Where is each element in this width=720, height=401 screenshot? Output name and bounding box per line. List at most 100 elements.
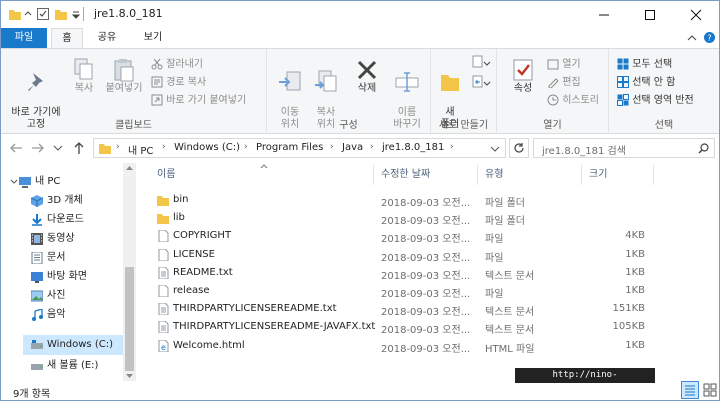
new-folder-icon — [441, 75, 459, 91]
breadcrumb-jre[interactable]: jre1.8.0_181 — [382, 142, 444, 153]
sidebar-item-downloads[interactable]: 다운로드 — [23, 210, 123, 230]
breadcrumb-separator[interactable]: › — [330, 142, 334, 152]
cut-label: 잘라내기 — [166, 59, 203, 70]
edit-button[interactable]: 편집 — [547, 73, 581, 89]
sidebar-item-desktop[interactable]: 바탕 화면 — [23, 267, 123, 287]
sidebar-item-windows-c[interactable]: Windows (C:) — [23, 335, 123, 355]
breadcrumb-separator[interactable]: › — [244, 142, 248, 152]
paste-shortcut-button[interactable]: 바로 가기 붙여넣기 — [151, 91, 246, 106]
table-row[interactable]: bin 2018-09-03 오전... 파일 폴더 — [153, 191, 673, 209]
table-row[interactable]: THIRDPARTYLICENSEREADME.txt 2018-09-03 오전… — [153, 300, 673, 318]
help-icon[interactable]: ? — [703, 31, 716, 44]
search-input[interactable]: jre1.8.0_181 검색 — [533, 138, 715, 158]
breadcrumb-separator[interactable]: › — [370, 142, 374, 152]
menu-bar: 파일 홈 공유 보기 ? — [1, 28, 719, 48]
customize-dropdown-icon[interactable] — [71, 7, 81, 21]
select-all-button[interactable]: 모두 선택 — [617, 55, 672, 70]
column-header-size[interactable]: 크기 — [589, 165, 607, 185]
address-dropdown-icon[interactable] — [490, 145, 500, 153]
invert-selection-button[interactable]: 선택 영역 반전 — [617, 91, 694, 106]
tab-file[interactable]: 파일 — [1, 28, 47, 48]
address-bar[interactable]: › 내 PC › Windows (C:) › Program Files › … — [93, 138, 506, 158]
table-row[interactable]: lib 2018-09-03 오전... 파일 폴더 — [153, 209, 673, 227]
breadcrumb-separator[interactable]: › — [162, 142, 166, 152]
file-icon — [158, 248, 169, 261]
file-type: 텍스트 문서 — [485, 325, 535, 337]
title-separator — [83, 7, 84, 21]
breadcrumb-java[interactable]: Java — [342, 142, 363, 153]
open-button[interactable]: 열기 — [547, 55, 581, 70]
close-button[interactable] — [673, 1, 719, 28]
tab-home[interactable]: 홈 — [51, 28, 83, 48]
scissors-icon — [151, 58, 163, 70]
column-divider[interactable] — [373, 165, 374, 185]
column-header-date[interactable]: 수정한 날짜 — [381, 165, 430, 185]
table-row[interactable]: README.txt 2018-09-03 오전... 텍스트 문서 1KB — [153, 264, 673, 282]
breadcrumb-program-files[interactable]: Program Files — [256, 142, 323, 153]
paste-button[interactable]: 붙여넣기 — [103, 57, 145, 95]
new-item-icon[interactable] — [471, 55, 491, 69]
back-arrow-icon[interactable] — [9, 142, 23, 154]
copy-path-button[interactable]: 경로 복사 — [151, 73, 206, 88]
delete-button[interactable]: 삭제 — [349, 57, 385, 95]
column-header-type[interactable]: 유형 — [485, 165, 503, 185]
tab-view[interactable]: 보기 — [133, 28, 173, 48]
tab-share[interactable]: 공유 — [87, 28, 127, 48]
folder-icon — [157, 196, 169, 206]
column-divider[interactable] — [653, 165, 654, 185]
details-view-button[interactable] — [681, 381, 699, 399]
file-date: 2018-09-03 오전... — [381, 343, 471, 355]
new-folder-icon[interactable] — [55, 7, 67, 21]
properties-button[interactable]: 속성 — [503, 57, 543, 95]
maximize-button[interactable] — [627, 1, 673, 28]
file-name: COPYRIGHT — [173, 230, 232, 242]
sidebar-item-documents[interactable]: 문서 — [23, 248, 123, 268]
cut-button[interactable]: 잘라내기 — [151, 55, 203, 70]
easy-access-icon[interactable] — [471, 75, 491, 89]
open-label: 열기 — [562, 59, 581, 70]
table-row[interactable]: LICENSE 2018-09-03 오전... 파일 1KB — [153, 246, 673, 264]
sidebar-item-this-pc[interactable]: 내 PC — [11, 172, 111, 192]
refresh-button[interactable] — [509, 138, 529, 158]
forward-arrow-icon[interactable] — [31, 142, 45, 154]
column-divider[interactable] — [477, 165, 478, 185]
organize-group-label: 구성 — [339, 120, 358, 131]
navigation-scrollbar[interactable] — [123, 163, 136, 381]
quick-access-chevron-icon[interactable] — [23, 7, 33, 21]
breadcrumb-separator[interactable]: › — [116, 142, 120, 152]
table-row[interactable]: release 2018-09-03 오전... 파일 1KB — [153, 282, 673, 300]
table-row[interactable]: e Welcome.html 2018-09-03 오전... HTML 파일 1KB — [153, 337, 673, 355]
file-type: 파일 — [485, 252, 504, 264]
sidebar-item-3d-objects[interactable]: 3D 개체 — [23, 191, 123, 211]
minimize-button[interactable] — [581, 1, 627, 28]
sidebar-item-music[interactable]: 음악 — [23, 305, 123, 325]
file-name: THIRDPARTYLICENSEREADME-JAVAFX.txt — [173, 321, 376, 333]
scroll-down-icon[interactable] — [126, 373, 133, 379]
recent-locations-chevron-icon[interactable] — [53, 144, 63, 152]
breadcrumb-this-pc[interactable]: 내 PC — [128, 142, 153, 157]
column-header-name[interactable]: 이름 — [157, 165, 175, 185]
select-none-button[interactable]: 선택 안 함 — [617, 73, 675, 88]
window-title: jre1.8.0_181 — [94, 7, 163, 20]
sort-up-icon — [260, 164, 268, 169]
large-icons-view-button[interactable] — [701, 381, 719, 399]
table-row[interactable]: THIRDPARTYLICENSEREADME-JAVAFX.txt 2018-0… — [153, 318, 673, 336]
explorer-window: jre1.8.0_181 파일 홈 공유 보기 ? 바로 가기에 고정 복사 붙… — [0, 0, 720, 401]
properties-check-icon[interactable] — [37, 7, 49, 21]
copy-button[interactable]: 복사 — [67, 57, 101, 95]
sidebar-item-videos[interactable]: 동영상 — [23, 229, 123, 249]
ribbon-collapse-icon[interactable] — [687, 33, 697, 43]
history-button[interactable]: 히스토리 — [547, 91, 599, 106]
document-icon — [31, 252, 43, 264]
column-divider[interactable] — [581, 165, 582, 185]
file-date: 2018-09-03 오전... — [381, 270, 471, 282]
sidebar-item-volume-e[interactable]: 새 볼륨 (E:) — [23, 356, 123, 376]
table-row[interactable]: COPYRIGHT 2018-09-03 오전... 파일 4KB — [153, 227, 673, 245]
sidebar-item-pictures[interactable]: 사진 — [23, 286, 123, 306]
scroll-up-icon[interactable] — [126, 165, 133, 171]
scrollbar-thumb[interactable] — [125, 267, 134, 371]
breadcrumb-separator[interactable]: › — [450, 142, 454, 152]
text-file-icon — [158, 321, 169, 334]
breadcrumb-windows-c[interactable]: Windows (C:) — [174, 142, 240, 153]
up-arrow-icon[interactable] — [73, 141, 85, 155]
